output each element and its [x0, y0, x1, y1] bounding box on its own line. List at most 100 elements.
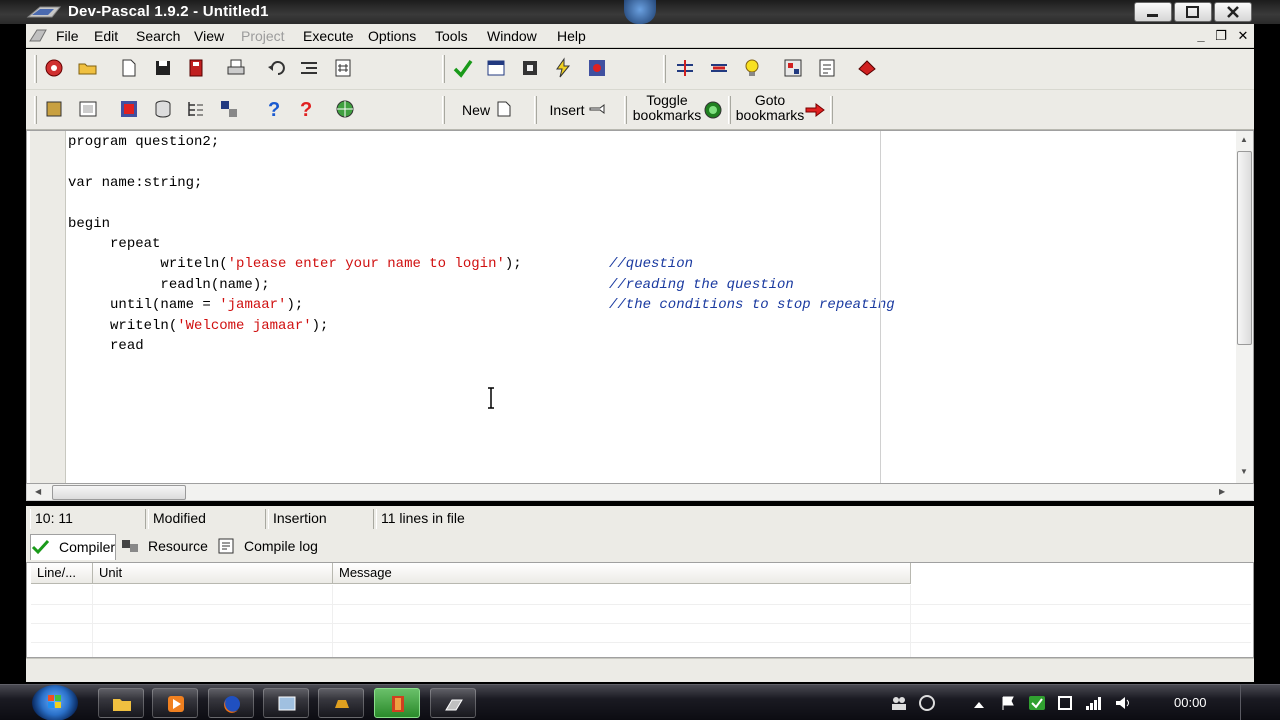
- new-file-icon[interactable]: [118, 57, 140, 79]
- mdi-minimize-icon[interactable]: _: [1192, 28, 1210, 44]
- tab-compile-log[interactable]: Compile log: [216, 534, 320, 560]
- taskbar-explorer[interactable]: [98, 688, 144, 718]
- update-check-tray-icon[interactable]: [1028, 695, 1046, 711]
- about-globe-icon[interactable]: [334, 98, 356, 120]
- new-button[interactable]: New: [458, 100, 518, 134]
- code-editor[interactable]: program question2; var name:string; begin …: [26, 130, 1254, 484]
- save-all-icon[interactable]: [185, 57, 207, 79]
- code-line[interactable]: begin: [68, 214, 110, 234]
- document-system-menu-icon[interactable]: [28, 27, 48, 45]
- menu-tools[interactable]: Tools: [435, 28, 468, 44]
- remove-from-project-icon[interactable]: [708, 57, 730, 79]
- toggle-bookmarks-button[interactable]: Toggle bookmarks: [632, 93, 702, 127]
- users-tray-icon[interactable]: [890, 695, 908, 711]
- headset-tray-icon[interactable]: [918, 695, 936, 711]
- toolbar-grip[interactable]: [728, 96, 731, 124]
- toolbar-grip[interactable]: [624, 96, 627, 124]
- new-project-icon[interactable]: [43, 98, 65, 120]
- code-line[interactable]: read: [68, 336, 144, 356]
- menu-window[interactable]: Window: [487, 28, 537, 44]
- column-header-message[interactable]: Message: [333, 563, 911, 584]
- undo-icon[interactable]: [266, 57, 288, 79]
- code-line[interactable]: var name:string;: [68, 173, 202, 193]
- code-line[interactable]: writeln('Welcome jamaar');: [68, 316, 328, 336]
- menu-edit[interactable]: Edit: [94, 28, 118, 44]
- mdi-close-icon[interactable]: ✕: [1234, 28, 1252, 44]
- scroll-up-arrow-icon[interactable]: ▲: [1240, 135, 1248, 144]
- editor-gutter[interactable]: [30, 131, 66, 483]
- run-window-icon[interactable]: [485, 57, 507, 79]
- toolbar-grip[interactable]: [442, 55, 445, 83]
- new-resource-icon[interactable]: [77, 98, 99, 120]
- database-icon[interactable]: [152, 98, 174, 120]
- taskbar-window[interactable]: [263, 688, 309, 718]
- goto-line-icon[interactable]: [332, 57, 354, 79]
- scroll-down-arrow-icon[interactable]: ▼: [1240, 467, 1248, 476]
- column-header-line[interactable]: Line/...: [31, 563, 93, 584]
- project-options-icon[interactable]: [782, 57, 804, 79]
- print-icon[interactable]: [225, 57, 247, 79]
- toolbar-grip[interactable]: [830, 96, 833, 124]
- taskbar-media-player[interactable]: [152, 688, 198, 718]
- menu-options[interactable]: Options: [368, 28, 416, 44]
- code-line[interactable]: repeat: [68, 234, 160, 254]
- menu-search[interactable]: Search: [136, 28, 180, 44]
- taskbar-firefox[interactable]: [208, 688, 254, 718]
- indent-icon[interactable]: [298, 57, 320, 79]
- compile-and-run-icon[interactable]: [519, 57, 541, 79]
- help-icon[interactable]: ?: [262, 98, 284, 121]
- taskbar-dev-pascal[interactable]: [430, 688, 476, 718]
- editor-horizontal-scrollbar[interactable]: ◀ ▶: [26, 484, 1254, 501]
- close-button[interactable]: [1214, 2, 1252, 22]
- save-icon[interactable]: [152, 57, 174, 79]
- toolbar-grip[interactable]: [442, 96, 445, 124]
- code-area[interactable]: program question2; var name:string; begin …: [68, 131, 1236, 483]
- minimize-button[interactable]: [1134, 2, 1172, 22]
- dev-pascal-app-icon[interactable]: [26, 3, 62, 21]
- tab-resource[interactable]: Resource: [120, 534, 212, 560]
- scroll-left-arrow-icon[interactable]: ◀: [35, 487, 41, 496]
- code-line[interactable]: until(name = 'jamaar');: [68, 295, 303, 315]
- start-button[interactable]: [32, 685, 78, 720]
- column-header-unit[interactable]: Unit: [93, 563, 333, 584]
- show-desktop-button[interactable]: [1240, 685, 1280, 720]
- code-line[interactable]: readln(name);: [68, 275, 269, 295]
- toolbar-grip[interactable]: [663, 55, 666, 83]
- menu-project[interactable]: Project: [241, 28, 285, 44]
- environment-options-icon[interactable]: [856, 57, 878, 79]
- menu-view[interactable]: View: [194, 28, 224, 44]
- horizontal-scroll-thumb[interactable]: [52, 485, 186, 500]
- menu-execute[interactable]: Execute: [303, 28, 354, 44]
- open-project-icon[interactable]: [43, 57, 65, 79]
- menu-help[interactable]: Help: [557, 28, 586, 44]
- compiler-options-icon[interactable]: [816, 57, 838, 79]
- tab-compiler[interactable]: Compiler: [30, 534, 116, 560]
- tree-list-icon[interactable]: [185, 98, 207, 120]
- toolbar-grip[interactable]: [34, 96, 37, 124]
- compile-check-icon[interactable]: [452, 57, 474, 79]
- action-center-flag-icon[interactable]: [1000, 695, 1018, 711]
- recorder-overlay-icon[interactable]: [624, 0, 656, 24]
- debug-icon[interactable]: [586, 57, 608, 79]
- class-browser-icon[interactable]: [118, 98, 140, 120]
- editor-vertical-scrollbar[interactable]: ▲ ▼: [1236, 131, 1253, 483]
- scroll-right-arrow-icon[interactable]: ▶: [1219, 487, 1225, 496]
- toolbar-grip[interactable]: [534, 96, 537, 124]
- network-signal-icon[interactable]: [1084, 695, 1102, 711]
- dependencies-icon[interactable]: [218, 98, 240, 120]
- rebuild-lightning-icon[interactable]: [552, 57, 574, 79]
- volume-speaker-icon[interactable]: [1114, 695, 1132, 711]
- add-to-project-icon[interactable]: [674, 57, 696, 79]
- show-hidden-icons-arrow-icon[interactable]: [970, 697, 988, 713]
- compiler-messages-list[interactable]: Line/... Unit Message: [26, 562, 1254, 658]
- code-line[interactable]: writeln('please enter your name to login…: [68, 254, 521, 274]
- taskbar-clock[interactable]: 00:00: [1174, 695, 1207, 710]
- maximize-button[interactable]: [1174, 2, 1212, 22]
- insert-button[interactable]: Insert: [546, 100, 612, 134]
- taskbar-recorder[interactable]: [374, 688, 420, 718]
- open-folder-icon[interactable]: [77, 57, 99, 79]
- context-help-icon[interactable]: ?: [294, 98, 316, 121]
- device-tray-icon[interactable]: [1056, 695, 1074, 711]
- menu-file[interactable]: File: [56, 28, 79, 44]
- tip-lightbulb-icon[interactable]: [741, 57, 763, 79]
